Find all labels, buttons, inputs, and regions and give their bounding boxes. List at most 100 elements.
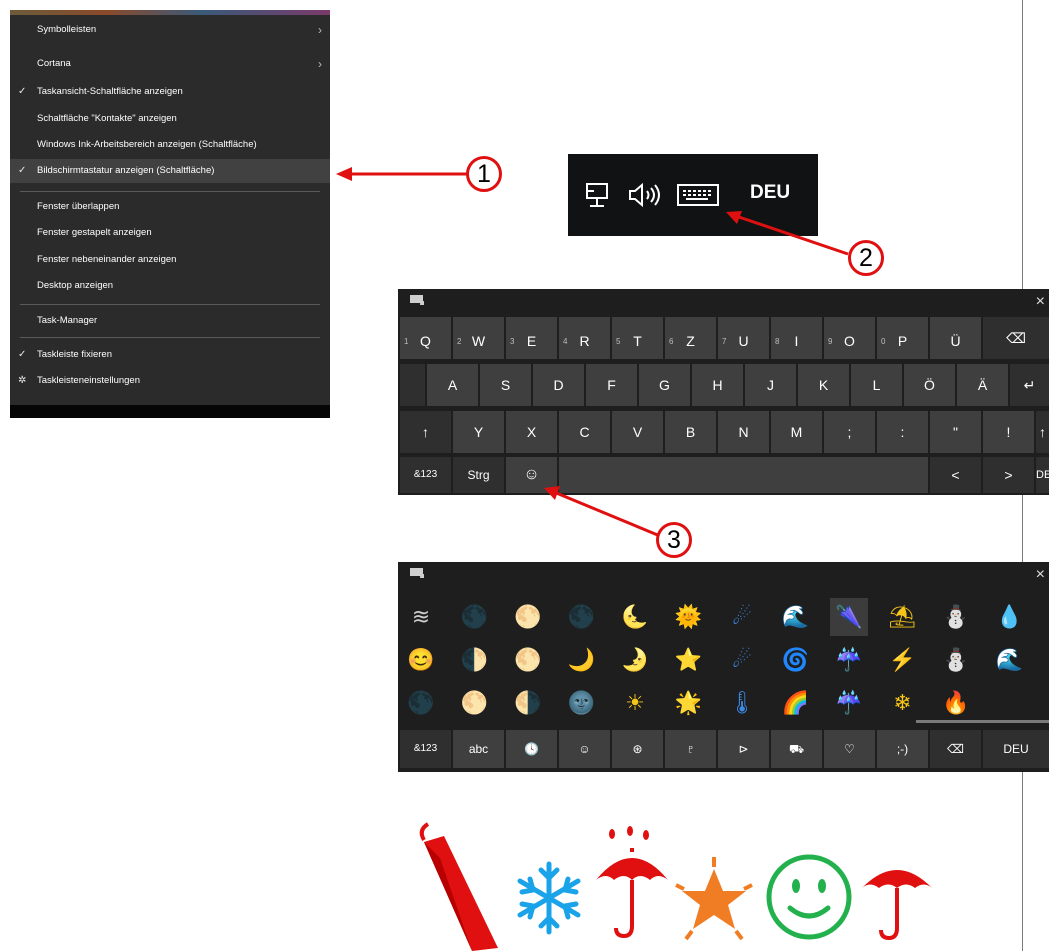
emoji-cell[interactable]: 🌂 [830, 598, 868, 636]
emoji-cell[interactable]: 🌟 [670, 684, 708, 722]
key-g[interactable]: G [639, 364, 690, 406]
emoji-cell[interactable]: ⛄ [937, 598, 975, 636]
emoji-cell[interactable]: ☄ [723, 641, 761, 679]
emoji-cell[interactable]: ⛄ [937, 641, 975, 679]
tab-key[interactable] [400, 364, 425, 406]
emoji-cell[interactable]: ⛱ [884, 598, 922, 636]
shift-key-left[interactable]: ↑ [400, 411, 451, 453]
recent-emoji-tab[interactable]: 🕓 [506, 730, 557, 768]
emoji-cell[interactable]: ☔ [830, 641, 868, 679]
menu-item-contacts[interactable]: Schaltfläche "Kontakte" anzeigen [10, 107, 330, 131]
menu-item-stacked[interactable]: Fenster gestapelt anzeigen [10, 221, 330, 245]
cursor-left-key[interactable]: < [930, 457, 981, 493]
key-row3[interactable]: : [877, 411, 928, 453]
animals-emoji-tab[interactable]: ⊛ [612, 730, 663, 768]
language-key[interactable]: DEU [1036, 457, 1049, 493]
menu-item-taskbar-settings[interactable]: ✲ Taskleisteneinstellungen [10, 369, 330, 393]
emoji-cell[interactable]: 🌞 [670, 598, 708, 636]
emoji-cell[interactable]: 🌑 [563, 598, 601, 636]
emoji-cell[interactable]: 🌡 [723, 684, 761, 722]
emoji-cell[interactable]: 🌀 [777, 641, 815, 679]
key-i[interactable]: 8I [771, 317, 822, 359]
emoji-cell[interactable]: 🌈 [777, 684, 815, 722]
key-row3[interactable]: ; [824, 411, 875, 453]
key-row3[interactable]: N [718, 411, 769, 453]
emoticon-key[interactable]: ;-) [877, 730, 928, 768]
touch-keyboard-icon[interactable] [676, 182, 722, 208]
backspace-key[interactable]: ⌫ [983, 317, 1049, 359]
emoji-cell[interactable]: 🌜 [616, 598, 654, 636]
key-h[interactable]: H [692, 364, 743, 406]
speaker-icon[interactable] [626, 182, 666, 208]
emoji-cell[interactable]: 🔥 [937, 684, 975, 722]
emoji-cell[interactable]: 🌕 [456, 684, 494, 722]
menu-item-side-by-side[interactable]: Fenster nebeneinander anzeigen [10, 248, 330, 272]
symbols-key[interactable]: &123 [400, 457, 451, 493]
menu-item-cortana[interactable]: Cortana › [10, 52, 330, 76]
menu-item-task-manager[interactable]: Task-Manager [10, 309, 330, 333]
emoji-cell[interactable]: 🌛 [616, 641, 654, 679]
key-ä[interactable]: Ä [957, 364, 1008, 406]
food-emoji-tab[interactable]: ♇ [665, 730, 716, 768]
emoji-cell[interactable]: 🌚 [563, 684, 601, 722]
emoji-cell[interactable]: ≋ [402, 598, 440, 636]
key-row3[interactable]: V [612, 411, 663, 453]
abc-key[interactable]: abc [453, 730, 504, 768]
menu-item-lock-taskbar[interactable]: ✓ Taskleiste fixieren [10, 343, 330, 367]
key-row3[interactable]: " [930, 411, 981, 453]
key-row3[interactable]: B [665, 411, 716, 453]
key-row3[interactable]: X [506, 411, 557, 453]
key-z[interactable]: 6Z [665, 317, 716, 359]
symbols-key[interactable]: &123 [400, 730, 451, 768]
network-icon[interactable] [584, 182, 612, 212]
key-row3[interactable]: ! [983, 411, 1034, 453]
key-a[interactable]: A [427, 364, 478, 406]
language-key[interactable]: DEU [983, 730, 1049, 768]
key-o[interactable]: 9O [824, 317, 875, 359]
ctrl-key[interactable]: Strg [453, 457, 504, 493]
emoji-cell[interactable]: 🌕 [509, 598, 547, 636]
key-q[interactable]: 1Q [400, 317, 451, 359]
emoji-cell[interactable]: 🌓 [456, 641, 494, 679]
backspace-key[interactable]: ⌫ [930, 730, 981, 768]
menu-item-taskview[interactable]: ✓ Taskansicht-Schaltfläche anzeigen [10, 80, 330, 104]
menu-item-touch-keyboard[interactable]: ✓ Bildschirmtastatur anzeigen (Schaltflä… [10, 159, 330, 183]
key-row3[interactable]: C [559, 411, 610, 453]
emoji-cell[interactable]: 🌑 [456, 598, 494, 636]
close-icon[interactable]: × [1036, 293, 1045, 311]
close-icon[interactable]: × [1036, 566, 1045, 584]
emoji-cell[interactable]: ☄ [723, 598, 761, 636]
key-k[interactable]: K [798, 364, 849, 406]
shift-key-right[interactable]: ↑ [1036, 411, 1049, 453]
enter-key[interactable]: ↵ [1010, 364, 1049, 406]
key-d[interactable]: D [533, 364, 584, 406]
cursor-right-key[interactable]: > [983, 457, 1034, 493]
key-row3[interactable]: Y [453, 411, 504, 453]
input-language-indicator[interactable]: DEU [750, 182, 790, 204]
keyboard-settings-icon[interactable] [410, 295, 424, 305]
key-s[interactable]: S [480, 364, 531, 406]
heart-emoji-tab[interactable]: ♡ [824, 730, 875, 768]
key-j[interactable]: J [745, 364, 796, 406]
menu-item-symbolleisten[interactable]: Symbolleisten › [10, 18, 330, 42]
key-e[interactable]: 3E [506, 317, 557, 359]
key-ö[interactable]: Ö [904, 364, 955, 406]
emoji-cell[interactable]: 🌗 [509, 684, 547, 722]
emoji-cell[interactable]: 😊 [402, 641, 440, 679]
emoji-cell[interactable]: 🌊 [991, 641, 1029, 679]
key-p[interactable]: 0P [877, 317, 928, 359]
menu-item-cascade[interactable]: Fenster überlappen [10, 195, 330, 219]
emoji-cell[interactable]: 🌊 [777, 598, 815, 636]
key-ü[interactable]: Ü [930, 317, 981, 359]
emoji-cell[interactable]: ☀ [616, 684, 654, 722]
emoji-cell[interactable]: ⭐ [670, 641, 708, 679]
emoji-cell[interactable]: ❄ [884, 684, 922, 722]
emoji-cell[interactable]: 🌙 [563, 641, 601, 679]
menu-item-show-desktop[interactable]: Desktop anzeigen [10, 274, 330, 298]
emoji-cell[interactable]: 🌕 [509, 641, 547, 679]
scroll-indicator[interactable] [916, 720, 1049, 723]
key-r[interactable]: 4R [559, 317, 610, 359]
key-u[interactable]: 7U [718, 317, 769, 359]
emoji-cell[interactable]: ⚡ [884, 641, 922, 679]
key-f[interactable]: F [586, 364, 637, 406]
